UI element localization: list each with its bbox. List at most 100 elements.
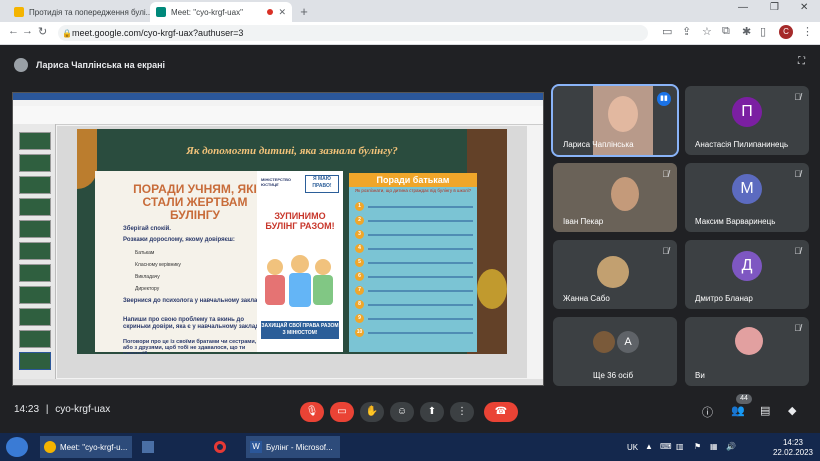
more-options-button[interactable]: ⋮ xyxy=(450,402,474,422)
leaf-decoration xyxy=(77,129,97,189)
parents-tip-row: 1 xyxy=(355,201,473,212)
parents-tip-row: 5 xyxy=(355,257,473,268)
participant-tile[interactable]: 🎙̸ М Максим Варваринець xyxy=(685,163,809,232)
tip-number: 2 xyxy=(355,216,364,225)
taskbar-item-opera[interactable] xyxy=(210,436,238,458)
language-indicator[interactable]: UK xyxy=(627,443,638,452)
browser-tab-2[interactable]: Meet: "cyo-krgf-uax" ✕ xyxy=(150,2,292,22)
slide-thumb[interactable] xyxy=(19,308,51,326)
recording-dot-icon xyxy=(267,9,274,15)
taskbar-item-save[interactable] xyxy=(138,436,166,458)
taskbar-item-chrome[interactable]: Meet: "cyo-krgf-u... xyxy=(40,436,132,458)
reload-icon[interactable]: ↻ xyxy=(38,25,47,38)
participant-name: Лариса Чаплінська xyxy=(563,140,634,149)
mic-off-icon: 🎙̸ xyxy=(794,246,801,256)
ministry-logo: МІНІСТЕРСТВО ЮСТИЦІЇ xyxy=(261,177,292,187)
parents-tip-row: 7 xyxy=(355,285,473,296)
tray-icon[interactable]: ⌨ xyxy=(660,442,672,451)
window-close-icon[interactable]: ✕ xyxy=(800,2,808,13)
mic-toggle-button[interactable]: 🎙 xyxy=(300,402,324,422)
participant-tile[interactable]: 🎙̸ Д Дмитро Бланар xyxy=(685,240,809,309)
slide-thumb[interactable] xyxy=(19,286,51,304)
tip-text-lines xyxy=(368,219,473,222)
reactions-button[interactable]: ☺ xyxy=(390,402,414,422)
new-tab-button[interactable]: + xyxy=(296,4,312,20)
participant-tile[interactable]: ▮▮ Лариса Чаплінська xyxy=(551,84,679,157)
mic-off-icon: 🎙̸ xyxy=(794,169,801,179)
tip-text-lines xyxy=(368,275,473,278)
participant-tile[interactable]: 🎙̸ Жанна Сабо xyxy=(553,240,677,309)
info-icon[interactable]: ⓘ xyxy=(702,404,713,420)
parents-tip-row: 3 xyxy=(355,229,473,240)
powerpoint-statusbar xyxy=(13,379,543,385)
parents-tips-panel: Поради батькам Як розпізнати, що дитина … xyxy=(349,173,477,352)
forward-icon[interactable]: → xyxy=(22,25,33,37)
others-tile[interactable]: А Ще 36 осіб xyxy=(553,317,677,386)
opera-icon xyxy=(214,441,226,453)
extension-icon[interactable]: ⧉ xyxy=(722,25,730,38)
url-input[interactable]: meet.google.com/cyo-krgf-uax?authuser=3 xyxy=(58,25,648,41)
tip-text: Напиши про свою проблему та вкинь до скр… xyxy=(123,317,261,330)
browser-tab-1[interactable]: Протидія та попередження булі... ✕ xyxy=(8,2,150,22)
tip-subitem: Класному керівнику xyxy=(135,262,181,268)
slide-thumb[interactable] xyxy=(19,154,51,172)
slide-thumb[interactable] xyxy=(19,330,51,348)
chat-icon[interactable]: ▤ xyxy=(760,404,770,417)
profile-avatar[interactable]: С xyxy=(779,25,793,39)
sidepanel-icon[interactable]: ▯ xyxy=(760,25,766,38)
self-tile[interactable]: 🎙̸ Ви xyxy=(685,317,809,386)
taskbar-clock[interactable]: 14:23 22.02.2023 xyxy=(770,438,816,458)
fullscreen-icon[interactable]: ⛶ xyxy=(798,56,805,67)
save-icon xyxy=(142,441,154,453)
network-status-icon[interactable]: ▦ xyxy=(710,442,718,451)
mic-off-icon: 🎙̸ xyxy=(794,92,801,102)
parents-tips-heading: Поради батькам xyxy=(349,173,477,187)
slide-thumb[interactable] xyxy=(19,132,51,150)
slide-thumb[interactable] xyxy=(19,220,51,238)
participant-tile[interactable]: 🎙̸ Іван Пекар xyxy=(553,163,677,232)
tip-number: 1 xyxy=(355,202,364,211)
leave-call-button[interactable]: ☎ xyxy=(484,402,518,422)
people-icon[interactable]: 👥 xyxy=(731,404,745,417)
close-icon[interactable]: ✕ xyxy=(278,7,286,18)
slide-thumb[interactable] xyxy=(19,176,51,194)
slide-thumb-selected[interactable] xyxy=(19,352,51,370)
slide-thumb[interactable] xyxy=(19,242,51,260)
extensions-puzzle-icon[interactable]: ✱ xyxy=(742,25,751,38)
slide-thumb[interactable] xyxy=(19,198,51,216)
raise-hand-button[interactable]: ✋ xyxy=(360,402,384,422)
tip-text-lines xyxy=(368,303,473,306)
kid-head xyxy=(291,255,309,273)
meeting-time-code: 14:23 | cyo-krgf-uax xyxy=(14,404,111,415)
clock-time: 14:23 xyxy=(782,438,804,447)
participant-avatar: П xyxy=(732,97,762,127)
parents-tip-row: 8 xyxy=(355,299,473,310)
tip-text: Звернися до психолога у навчальному закл… xyxy=(123,298,263,304)
share-icon[interactable]: ⇪ xyxy=(682,25,691,38)
camera-permission-icon[interactable]: ▭ xyxy=(662,25,672,38)
tip-number: 10 xyxy=(355,328,364,337)
presenter-label: Лариса Чаплінська на екрані xyxy=(36,60,166,70)
start-button[interactable] xyxy=(6,437,28,457)
parents-tip-row: 6 xyxy=(355,271,473,282)
back-icon[interactable]: ← xyxy=(8,25,19,37)
participant-tile[interactable]: 🎙̸ П Анастасія Пилипанинець xyxy=(685,86,809,155)
participant-name: Жанна Сабо xyxy=(563,294,610,303)
volume-icon[interactable]: 🔊 xyxy=(726,442,736,451)
minimize-icon[interactable]: — xyxy=(738,2,748,13)
present-button[interactable]: ⬆ xyxy=(420,402,444,422)
participant-face xyxy=(611,177,639,211)
tray-up-arrow-icon[interactable]: ▲ xyxy=(645,442,653,451)
tip-number: 4 xyxy=(355,244,364,253)
activities-icon[interactable]: ◆ xyxy=(788,404,796,417)
camera-toggle-button[interactable]: ▭ xyxy=(330,402,354,422)
leaf-decoration xyxy=(477,269,507,309)
network-icon[interactable]: ▥ xyxy=(676,442,684,451)
slide-thumb[interactable] xyxy=(19,264,51,282)
flag-icon[interactable]: ⚑ xyxy=(694,442,701,451)
menu-kebab-icon[interactable]: ⋮ xyxy=(802,25,813,38)
bookmark-star-icon[interactable]: ☆ xyxy=(702,25,712,38)
maximize-icon[interactable]: ❐ xyxy=(770,2,779,13)
tip-number: 8 xyxy=(355,300,364,309)
taskbar-item-word[interactable]: W Булінг - Microsof... xyxy=(246,436,340,458)
